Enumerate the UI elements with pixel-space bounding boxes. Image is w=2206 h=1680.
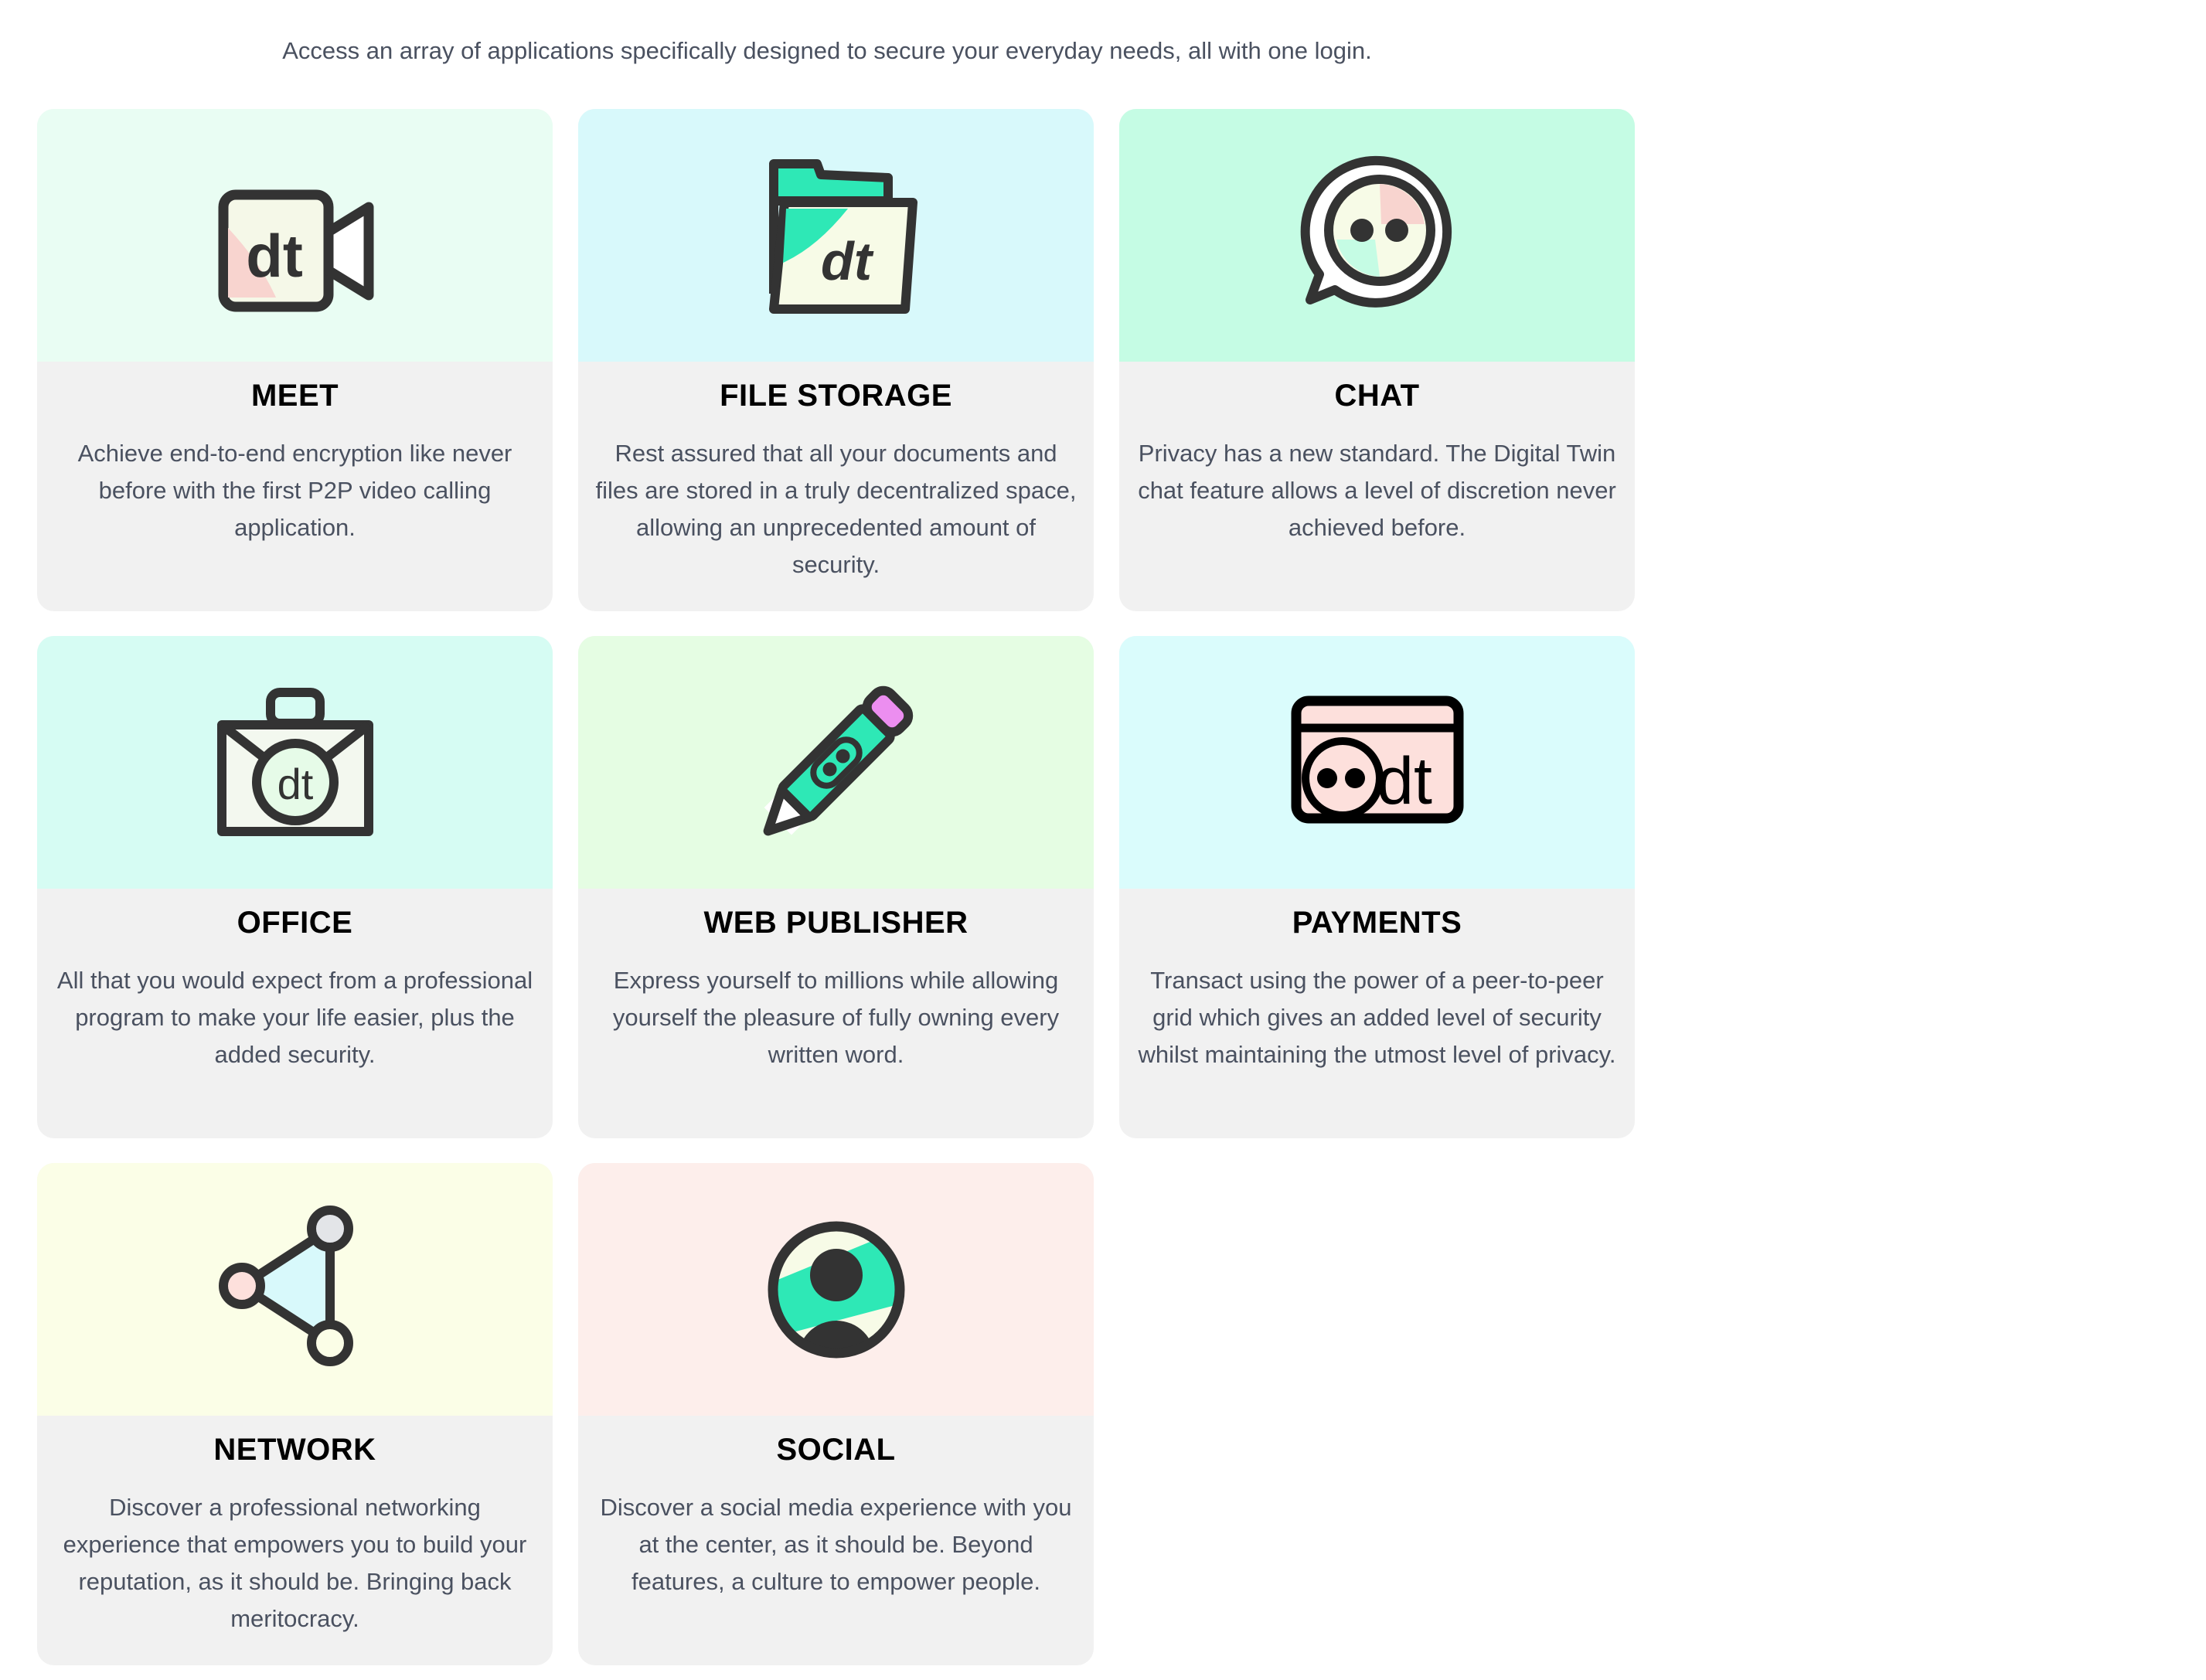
app-card-office[interactable]: dt OFFICE All that you would expect from… [37,636,553,1138]
briefcase-icon: dt [216,687,373,836]
app-card-file-storage[interactable]: dt FILE STORAGE Rest assured that all yo… [578,109,1094,611]
card-title: FILE STORAGE [720,379,952,413]
card-title: MEET [250,379,339,413]
chat-bubble-icon [1300,155,1452,308]
app-card-web-publisher[interactable]: WEB PUBLISHER Express yourself to millio… [578,636,1094,1138]
app-card-network[interactable]: NETWORK Discover a professional networki… [37,1163,553,1665]
card-title: SOCIAL [776,1433,896,1467]
app-card-meet[interactable]: dt MEET Achieve end-to-end encryption li… [37,109,553,611]
card-banner: dt [1119,636,1635,889]
card-banner [37,1163,553,1416]
card-description: Discover a social media experience with … [600,1494,1072,1595]
card-description: Transact using the power of a peer-to-pe… [1138,967,1616,1068]
card-description: All that you would expect from a profess… [56,967,533,1068]
svg-text:dt: dt [277,760,313,808]
card-description: Achieve end-to-end encryption like never… [77,440,512,541]
card-banner [578,1163,1094,1416]
user-avatar-icon [768,1221,904,1358]
app-card-payments[interactable]: dt PAYMENTS Transact using the power of … [1119,636,1635,1138]
folder-icon: dt [768,158,917,314]
card-banner [578,636,1094,889]
card-title: CHAT [1334,379,1420,413]
card-title: WEB PUBLISHER [703,906,969,940]
svg-text:dt: dt [1377,744,1432,818]
apps-grid: dt MEET Achieve end-to-end encryption li… [37,109,1635,1665]
svg-text:dt: dt [820,231,873,291]
app-card-social[interactable]: SOCIAL Discover a social media experienc… [578,1163,1094,1665]
card-banner: dt [37,109,553,362]
intro-text: Access an array of applications specific… [282,37,1372,64]
svg-text:dt: dt [246,222,303,290]
card-description: Express yourself to millions while allow… [612,967,1060,1068]
card-description: Rest assured that all your documents and… [595,440,1077,578]
payment-card-icon: dt [1291,695,1463,823]
card-title: NETWORK [213,1433,376,1467]
network-icon [218,1205,353,1366]
card-title: PAYMENTS [1292,906,1462,940]
card-description: Discover a professional networking exper… [63,1494,527,1632]
video-camera-icon: dt [218,189,373,311]
card-description: Privacy has a new standard. The Digital … [1138,440,1616,541]
card-title: OFFICE [237,906,353,940]
card-banner [1119,109,1635,362]
app-card-chat[interactable]: CHAT Privacy has a new standard. The Dig… [1119,109,1635,611]
card-banner: dt [578,109,1094,362]
card-banner: dt [37,636,553,889]
pencil-icon [763,685,913,835]
